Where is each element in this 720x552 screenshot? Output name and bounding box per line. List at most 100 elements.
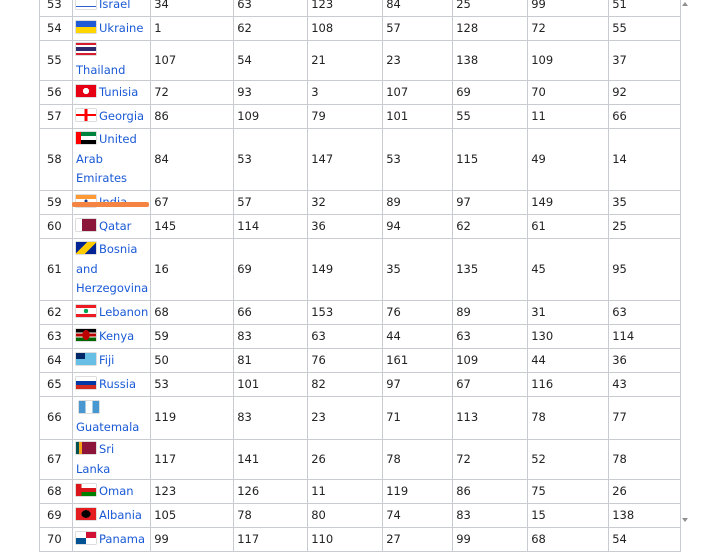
scroll-up-icon[interactable] xyxy=(682,2,688,6)
value-cell-5: 89 xyxy=(452,300,529,325)
value-cell-4: 23 xyxy=(382,40,454,81)
value-cell-5: 138 xyxy=(452,40,529,81)
table-row: 60 Qatar 145 114 36 94 62 61 25 xyxy=(39,214,682,239)
value-cell-3: 79 xyxy=(307,104,384,129)
country-link[interactable]: Albania xyxy=(99,508,142,522)
value-cell-2: 66 xyxy=(233,300,309,325)
value-cell-4: 76 xyxy=(382,300,454,325)
table-row: 54 Ukraine 1 62 108 57 128 72 55 xyxy=(39,16,682,41)
value-cell-7: 35 xyxy=(608,190,682,215)
value-cell-1: 16 xyxy=(150,238,235,301)
rank-cell: 66 xyxy=(39,396,73,440)
value-cell-7: 55 xyxy=(608,16,682,41)
rankings-table-body: 53 Israel 34 63 123 84 25 99 51 54 Ukrai… xyxy=(39,0,682,552)
country-cell: Russia xyxy=(71,372,152,397)
value-cell-7: 66 xyxy=(608,104,682,129)
value-cell-5: 128 xyxy=(452,16,529,41)
value-cell-4: 84 xyxy=(382,0,454,17)
country-link[interactable]: Israel xyxy=(99,0,130,11)
table-row: 56 Tunisia 72 93 3 107 69 70 92 xyxy=(39,80,682,105)
country-cell: Lebanon xyxy=(71,300,152,325)
value-cell-3: 153 xyxy=(307,300,384,325)
value-cell-5: 62 xyxy=(452,214,529,239)
value-cell-5: 97 xyxy=(452,190,529,215)
flag-qa-icon xyxy=(76,218,96,231)
country-link[interactable]: Qatar xyxy=(99,219,131,233)
flag-om-icon xyxy=(76,483,96,496)
value-cell-7: 63 xyxy=(608,300,682,325)
rank-cell: 53 xyxy=(39,0,73,17)
value-cell-6: 109 xyxy=(527,40,610,81)
value-cell-2: 93 xyxy=(233,80,309,105)
value-cell-3: 147 xyxy=(307,128,384,191)
value-cell-2: 141 xyxy=(233,439,309,480)
value-cell-6: 68 xyxy=(527,527,610,552)
country-link[interactable]: Kenya xyxy=(99,329,134,343)
rank-cell: 55 xyxy=(39,40,73,81)
flag-ua-icon xyxy=(76,20,96,33)
value-cell-1: 53 xyxy=(150,372,235,397)
value-cell-4: 57 xyxy=(382,16,454,41)
rankings-table-container: 53 Israel 34 63 123 84 25 99 51 54 Ukrai… xyxy=(39,0,682,552)
vertical-scrollbar[interactable] xyxy=(682,0,688,524)
value-cell-3: 21 xyxy=(307,40,384,81)
rank-cell: 56 xyxy=(39,80,73,105)
country-link[interactable]: Oman xyxy=(99,484,134,498)
value-cell-1: 86 xyxy=(150,104,235,129)
value-cell-4: 35 xyxy=(382,238,454,301)
table-row: 53 Israel 34 63 123 84 25 99 51 xyxy=(39,0,682,17)
country-cell: Qatar xyxy=(71,214,152,239)
country-cell: Kenya xyxy=(71,324,152,349)
country-link[interactable]: Lebanon xyxy=(99,305,148,319)
value-cell-2: 63 xyxy=(233,0,309,17)
table-row: 55 Thailand 107 54 21 23 138 109 37 xyxy=(39,40,682,81)
value-cell-6: 72 xyxy=(527,16,610,41)
value-cell-5: 25 xyxy=(452,0,529,17)
country-cell: Georgia xyxy=(71,104,152,129)
country-link[interactable]: Thailand xyxy=(76,63,125,77)
selected-row-highlight-bar xyxy=(72,202,149,207)
table-row: 65 Russia 53 101 82 97 67 116 43 xyxy=(39,372,682,397)
country-cell: Bosnia and Herzegovina xyxy=(71,238,152,301)
country-link[interactable]: Guatemala xyxy=(76,420,139,434)
rank-cell: 68 xyxy=(39,479,73,504)
table-row: 63 Kenya 59 83 63 44 63 130 114 xyxy=(39,324,682,349)
value-cell-7: 95 xyxy=(608,238,682,301)
country-link[interactable]: Ukraine xyxy=(99,21,143,35)
value-cell-5: 55 xyxy=(452,104,529,129)
value-cell-7: 77 xyxy=(608,396,682,440)
value-cell-5: 63 xyxy=(452,324,529,349)
country-link[interactable]: Fiji xyxy=(99,353,114,367)
value-cell-2: 117 xyxy=(233,527,309,552)
rank-cell: 70 xyxy=(39,527,73,552)
scroll-down-icon[interactable] xyxy=(682,518,688,522)
value-cell-4: 94 xyxy=(382,214,454,239)
rank-cell: 59 xyxy=(39,190,73,215)
rankings-table: 53 Israel 34 63 123 84 25 99 51 54 Ukrai… xyxy=(39,0,682,552)
value-cell-2: 69 xyxy=(233,238,309,301)
value-cell-3: 76 xyxy=(307,348,384,373)
country-link[interactable]: Panama xyxy=(99,532,145,546)
value-cell-5: 72 xyxy=(452,439,529,480)
value-cell-3: 11 xyxy=(307,479,384,504)
flag-fj-icon xyxy=(76,352,96,365)
flag-ba-icon xyxy=(76,242,96,255)
country-cell: Guatemala xyxy=(71,396,152,440)
value-cell-4: 97 xyxy=(382,372,454,397)
value-cell-1: 72 xyxy=(150,80,235,105)
value-cell-7: 14 xyxy=(608,128,682,191)
value-cell-3: 32 xyxy=(307,190,384,215)
value-cell-2: 53 xyxy=(233,128,309,191)
flag-th-icon xyxy=(76,43,96,55)
value-cell-6: 99 xyxy=(527,0,610,17)
value-cell-4: 107 xyxy=(382,80,454,105)
rank-cell: 62 xyxy=(39,300,73,325)
value-cell-6: 78 xyxy=(527,396,610,440)
value-cell-7: 92 xyxy=(608,80,682,105)
country-link[interactable]: Tunisia xyxy=(99,85,138,99)
country-link[interactable]: Russia xyxy=(99,377,136,391)
country-link[interactable]: Georgia xyxy=(99,109,144,123)
value-cell-3: 63 xyxy=(307,324,384,349)
value-cell-1: 145 xyxy=(150,214,235,239)
rank-cell: 54 xyxy=(39,16,73,41)
